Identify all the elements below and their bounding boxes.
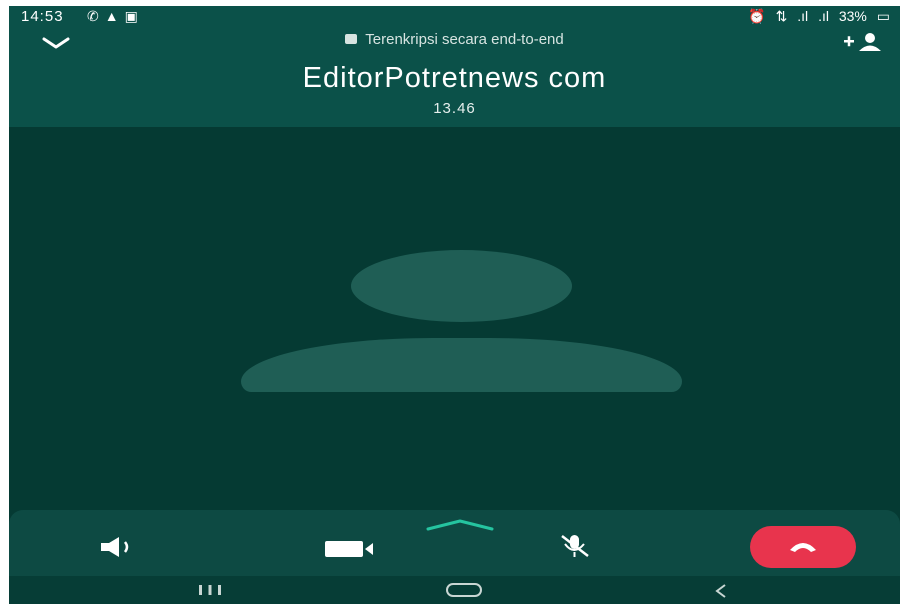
4g-icon: ⇅ <box>775 8 788 24</box>
back-icon[interactable] <box>712 582 730 600</box>
call-controls-panel <box>9 510 900 576</box>
contact-name: EditorPotretnews com <box>302 62 607 94</box>
phone-icon: ✆ <box>87 8 105 24</box>
alarm-icon: ⏰ <box>748 8 766 24</box>
encryption-notice: Terenkripsi secara end-to-end <box>9 31 900 48</box>
status-right: ⏰ ⇅ .ıl .ıl 33% ▭ <box>742 8 890 25</box>
signal-icon: .ıl <box>797 8 809 24</box>
encryption-text: Terenkripsi secara end-to-end <box>365 31 564 48</box>
status-time: 14:53 <box>21 8 64 25</box>
call-screen: 14:53 ✆▲▣ ⏰ ⇅ .ıl .ıl 33% ▭ Terenkripsi … <box>9 6 900 604</box>
home-icon[interactable] <box>445 582 483 598</box>
system-nav-bar <box>9 576 900 604</box>
end-call-icon <box>790 543 816 552</box>
recent-apps-icon[interactable] <box>196 584 224 596</box>
end-call-button[interactable] <box>750 526 856 568</box>
warning-icon: ▲ <box>104 8 125 24</box>
call-duration: 13.46 <box>433 100 476 117</box>
lock-icon <box>345 34 358 44</box>
signal-icon: .ıl <box>818 8 829 24</box>
microphone-off-icon[interactable] <box>554 532 596 560</box>
status-notification-icons: ✆▲▣ <box>87 8 144 25</box>
status-bar: 14:53 ✆▲▣ ⏰ ⇅ .ıl .ıl 33% ▭ <box>9 6 900 28</box>
battery-percent: 33% <box>838 8 867 24</box>
chevron-up-icon[interactable] <box>424 518 496 532</box>
avatar-placeholder-body <box>241 338 682 392</box>
video-camera-icon[interactable] <box>323 538 377 560</box>
add-participant-icon[interactable] <box>842 32 886 52</box>
battery-icon: ▭ <box>876 8 890 24</box>
call-header: 14:53 ✆▲▣ ⏰ ⇅ .ıl .ıl 33% ▭ Terenkripsi … <box>9 6 900 127</box>
avatar-placeholder-head <box>351 250 572 322</box>
gallery-icon: ▣ <box>124 8 144 24</box>
speaker-icon[interactable] <box>99 536 139 558</box>
